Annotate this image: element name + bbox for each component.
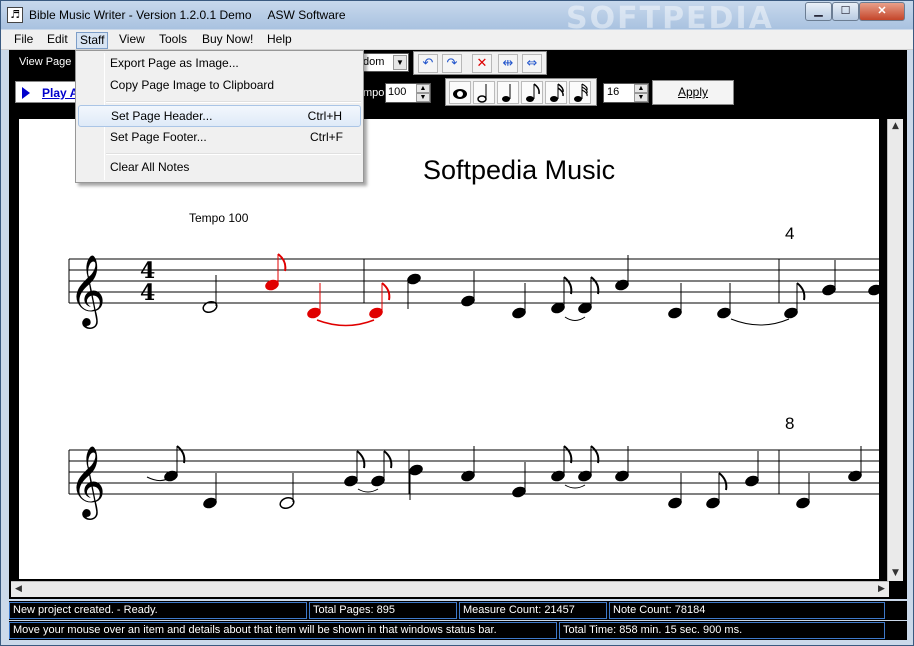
eighth-note-icon[interactable]: [521, 81, 543, 104]
status-measure-count: Measure Count: 21457: [459, 602, 607, 619]
thirty-second-note-icon[interactable]: [569, 81, 591, 104]
spin-down-icon[interactable]: ▼: [634, 93, 648, 102]
status-note-count: Note Count: 78184: [609, 602, 885, 619]
note-size-input[interactable]: 16 ▲ ▼: [603, 83, 649, 103]
menu-clear-all-notes[interactable]: Clear All Notes: [78, 157, 361, 179]
apply-button[interactable]: Apply: [652, 80, 734, 105]
tempo-value: 100: [388, 86, 407, 98]
score-title[interactable]: Softpedia Music: [423, 155, 615, 186]
chevron-down-icon[interactable]: ▼: [393, 55, 407, 70]
status-total-pages: Total Pages: 895: [309, 602, 457, 619]
menu-help[interactable]: Help: [264, 32, 295, 49]
scroll-down-icon[interactable]: ▼: [888, 566, 903, 581]
menu-set-page-header[interactable]: Set Page Header... Ctrl+H: [78, 105, 361, 127]
menu-set-page-footer[interactable]: Set Page Footer... Ctrl+F: [78, 127, 361, 149]
menu-copy-page-image[interactable]: Copy Page Image to Clipboard: [78, 75, 361, 97]
menu-item-label: Set Page Footer...: [110, 130, 207, 144]
undo-icon[interactable]: ↶: [418, 54, 438, 73]
note-size-value: 16: [607, 86, 620, 98]
staff-notation[interactable]: 𝄞 𝄞 4 4: [19, 119, 879, 579]
measure-number: 8: [785, 414, 795, 433]
whole-note-icon[interactable]: [449, 81, 471, 104]
menu-item-label: Export Page as Image...: [110, 56, 239, 70]
menu-view[interactable]: View: [116, 32, 148, 49]
mode-select-value: dom: [363, 56, 385, 68]
menu-shortcut: Ctrl+F: [310, 130, 343, 144]
scroll-right-icon[interactable]: ▶: [874, 582, 889, 597]
half-note-icon[interactable]: [473, 81, 495, 104]
delete-icon[interactable]: ✕: [472, 54, 492, 73]
measure-number: 4: [785, 224, 795, 243]
tempo-marking[interactable]: Tempo 100: [189, 211, 248, 225]
menu-item-label: Set Page Header...: [111, 109, 213, 123]
menu-file[interactable]: File: [11, 32, 36, 49]
menu-tools[interactable]: Tools: [156, 32, 190, 49]
staff-2-notes: [146, 445, 862, 510]
spin-up-icon[interactable]: ▲: [634, 84, 648, 93]
fit-width-icon[interactable]: ⇹: [498, 54, 518, 73]
window-title: Bible Music Writer - Version 1.2.0.1 Dem…: [29, 8, 346, 22]
staff-dropdown-menu: Export Page as Image... Copy Page Image …: [75, 50, 364, 183]
vertical-scrollbar[interactable]: ▲ ▼: [887, 119, 903, 581]
menu-shortcut: Ctrl+H: [307, 109, 342, 123]
score-page[interactable]: 𝄞 𝄞 4 4 Softpedia Music Tempo 100 4 8: [19, 119, 879, 579]
menu-export-page-image[interactable]: Export Page as Image...: [78, 53, 361, 75]
app-window: ♬ Bible Music Writer - Version 1.2.0.1 D…: [0, 0, 914, 646]
menu-bar: File Edit Staff View Tools Buy Now! Help: [1, 30, 913, 50]
title-bar[interactable]: ♬ Bible Music Writer - Version 1.2.0.1 D…: [1, 1, 913, 36]
close-button[interactable]: ✕: [859, 2, 905, 21]
time-signature-bottom: 4: [140, 280, 155, 306]
scroll-left-icon[interactable]: ◀: [11, 582, 26, 597]
tempo-label: mpo:: [363, 87, 388, 99]
edit-tools-panel: ↶ ↷ ✕ ⇹ ⇔: [413, 51, 547, 75]
play-label: Play A: [42, 86, 79, 100]
menu-item-label: Copy Page Image to Clipboard: [110, 78, 275, 92]
staff-1-notes: [202, 253, 879, 327]
view-page-label: View Page: [19, 56, 72, 68]
treble-clef-icon: 𝄞: [69, 253, 106, 329]
status-total-time: Total Time: 858 min. 15 sec. 900 ms.: [559, 622, 885, 639]
treble-clef-icon: 𝄞: [69, 444, 106, 520]
status-message: New project created. - Ready.: [9, 602, 307, 619]
scroll-up-icon[interactable]: ▲: [888, 119, 903, 134]
center-icon[interactable]: ⇔: [522, 54, 542, 73]
tempo-input[interactable]: 100 ▲ ▼: [385, 83, 431, 103]
status-bar-top: New project created. - Ready. Total Page…: [9, 601, 907, 620]
horizontal-scrollbar[interactable]: ◀ ▶: [11, 581, 889, 597]
mode-select[interactable]: dom ▼: [359, 53, 409, 72]
note-duration-panel: [445, 78, 597, 106]
status-bar-bottom: Move your mouse over an item and details…: [9, 621, 907, 640]
status-hint: Move your mouse over an item and details…: [9, 622, 557, 639]
menu-separator: [106, 101, 361, 103]
redo-icon[interactable]: ↷: [442, 54, 462, 73]
minimize-button[interactable]: ▁: [805, 2, 832, 21]
menu-buy-now[interactable]: Buy Now!: [199, 32, 256, 49]
menu-item-label: Clear All Notes: [110, 160, 190, 174]
maximize-button[interactable]: ☐: [832, 2, 859, 21]
app-icon[interactable]: ♬: [7, 7, 23, 23]
menu-separator: [106, 153, 361, 155]
menu-staff[interactable]: Staff: [76, 32, 109, 49]
spin-up-icon[interactable]: ▲: [416, 84, 430, 93]
menu-edit[interactable]: Edit: [44, 32, 71, 49]
spin-down-icon[interactable]: ▼: [416, 93, 430, 102]
play-icon: [22, 87, 30, 99]
sixteenth-note-icon[interactable]: [545, 81, 567, 104]
quarter-note-icon[interactable]: [497, 81, 519, 104]
